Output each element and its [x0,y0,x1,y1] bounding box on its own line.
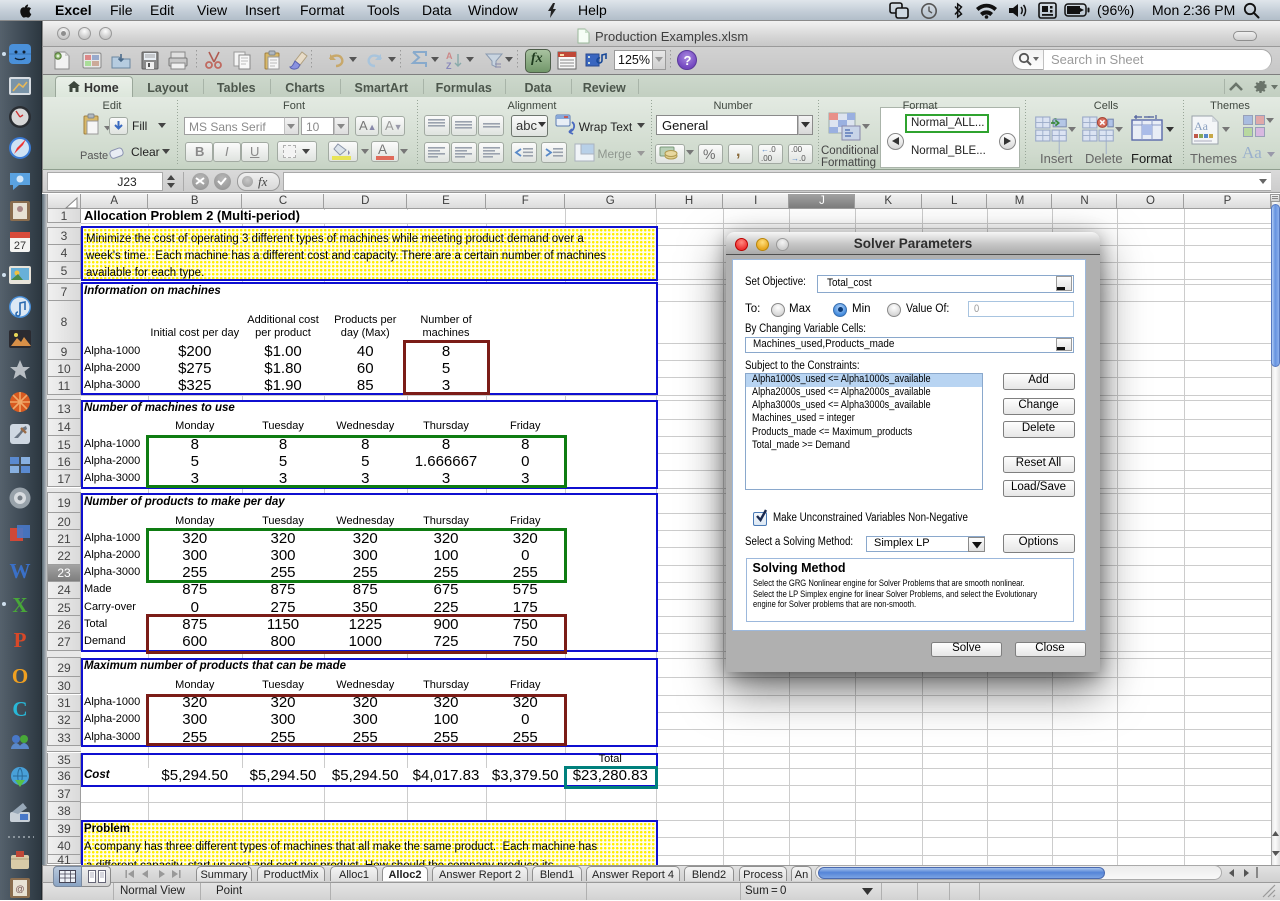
svg-text:P: P [14,628,27,652]
svg-text:A: A [446,51,453,61]
svg-text:27: 27 [14,240,26,252]
svg-text:Z: Z [446,61,452,71]
svg-text:@: @ [15,884,24,894]
svg-text:C: C [12,697,27,721]
svg-text:X: X [12,593,27,617]
svg-text:Aa: Aa [1194,119,1209,133]
svg-text:W: W [10,559,31,583]
svg-text:O: O [12,664,28,688]
